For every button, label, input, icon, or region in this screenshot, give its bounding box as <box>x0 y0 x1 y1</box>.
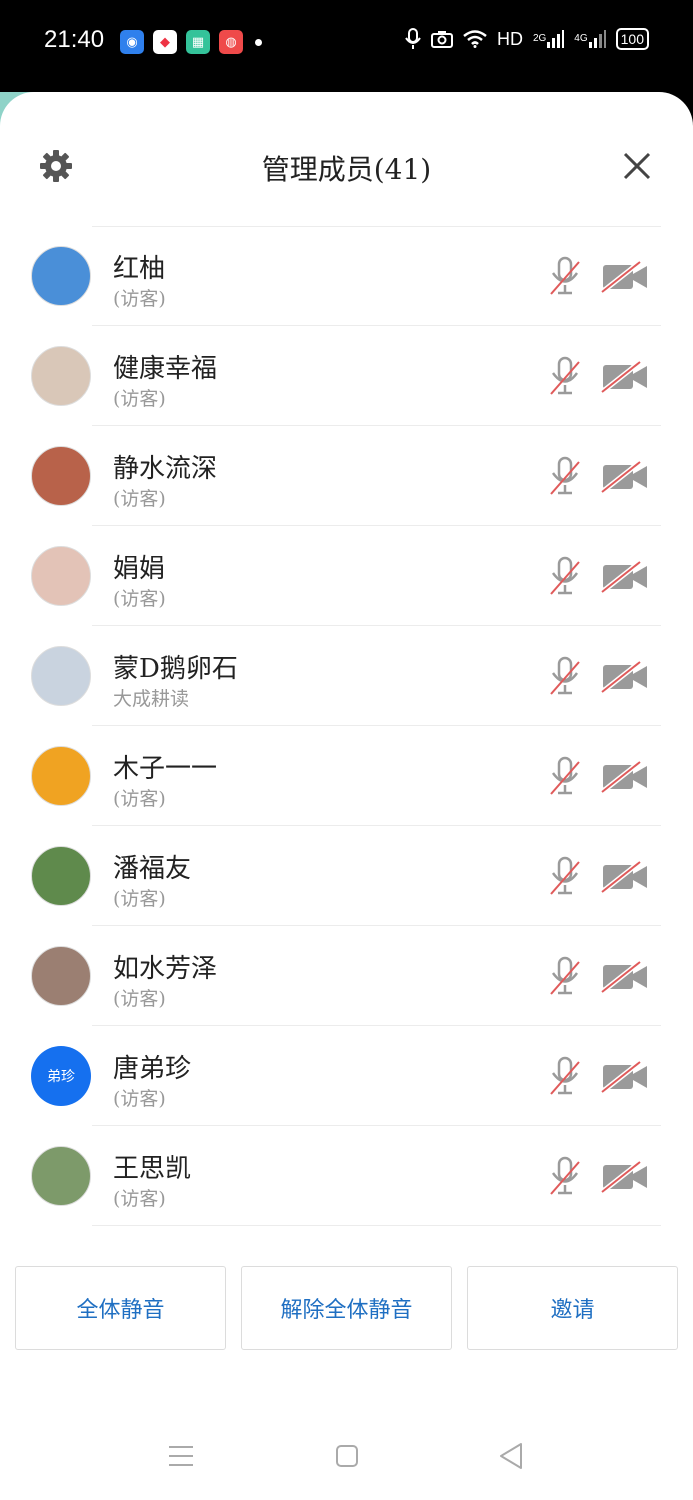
camera-status-icon <box>430 30 453 48</box>
system-nav-bar <box>0 1422 693 1492</box>
member-name: 王思凯 <box>113 1154 192 1184</box>
avatar <box>31 446 91 506</box>
avatar-initials: 弟珍 <box>47 1069 75 1085</box>
member-row[interactable]: 如水芳泽 (访客) <box>0 926 693 1026</box>
member-role: (访客) <box>113 1188 166 1210</box>
camera-off-icon[interactable] <box>600 660 650 694</box>
camera-off-icon[interactable] <box>600 860 650 894</box>
invite-button[interactable]: 邀请 <box>467 1266 678 1350</box>
mic-muted-icon[interactable] <box>548 1056 582 1098</box>
member-role: (访客) <box>113 388 166 410</box>
avatar <box>31 646 91 706</box>
member-row[interactable]: 木子一一 (访客) <box>0 726 693 826</box>
hd-indicator: HD <box>496 28 523 49</box>
app-notification-icon: ◍ <box>219 30 243 54</box>
member-role: (访客) <box>113 1088 166 1110</box>
battery-icon: 100 <box>615 28 649 50</box>
mic-muted-icon[interactable] <box>548 456 582 498</box>
member-row[interactable]: 健康幸福 (访客) <box>0 326 693 426</box>
member-row[interactable]: 王思凯 (访客) <box>0 1126 693 1226</box>
close-icon[interactable] <box>621 150 653 182</box>
avatar <box>31 1146 91 1206</box>
mic-muted-icon[interactable] <box>548 556 582 598</box>
bulk-actions: 全体静音 解除全体静音 邀请 <box>15 1266 678 1350</box>
mic-muted-icon[interactable] <box>548 1156 582 1198</box>
member-row[interactable]: 静水流深 (访客) <box>0 426 693 526</box>
member-name: 静水流深 <box>113 454 218 484</box>
camera-off-icon[interactable] <box>600 760 650 794</box>
camera-off-icon[interactable] <box>600 260 650 294</box>
member-name: 如水芳泽 <box>113 954 218 984</box>
maps-notification-icon: ◆ <box>153 30 177 54</box>
avatar <box>31 246 91 306</box>
mute-all-button[interactable]: 全体静音 <box>15 1266 226 1350</box>
camera-off-icon[interactable] <box>600 960 650 994</box>
sheet-header: 管理成员(41) <box>0 92 693 228</box>
avatar <box>31 846 91 906</box>
page-title: 管理成员(41) <box>261 153 432 186</box>
avatar: 弟珍 <box>31 1046 91 1106</box>
member-row[interactable]: 潘福友 (访客) <box>0 826 693 926</box>
avatar <box>31 746 91 806</box>
app-notification-icon: ◉ <box>120 30 144 54</box>
member-row[interactable]: 红柚 (访客) <box>0 226 693 326</box>
avatar <box>31 546 91 606</box>
member-role: (访客) <box>113 788 166 810</box>
status-indicators: HD 2G 4G 100 <box>405 28 649 50</box>
mic-muted-icon[interactable] <box>548 856 582 898</box>
member-name: 木子一一 <box>113 754 218 784</box>
more-notifications-icon <box>255 38 262 46</box>
member-role: (访客) <box>113 288 166 310</box>
member-name: 蒙D鹅卵石 <box>113 654 238 684</box>
camera-off-icon[interactable] <box>600 460 650 494</box>
camera-off-icon[interactable] <box>600 1160 650 1194</box>
mic-status-icon <box>405 28 421 50</box>
signal-4g-icon: 4G <box>574 30 606 48</box>
camera-off-icon[interactable] <box>600 360 650 394</box>
app-notification-icon: ▦ <box>186 30 210 54</box>
mic-muted-icon[interactable] <box>548 256 582 298</box>
status-bar: 21:40 ◉ ◆ ▦ ◍ HD 2G 4G 100 <box>0 0 693 88</box>
member-name: 娟娟 <box>113 554 166 584</box>
mic-muted-icon[interactable] <box>548 956 582 998</box>
avatar <box>31 346 91 406</box>
member-name: 潘福友 <box>113 854 192 884</box>
signal-2g-icon: 2G <box>533 30 565 48</box>
unmute-all-button[interactable]: 解除全体静音 <box>241 1266 452 1350</box>
member-name: 红柚 <box>113 254 166 284</box>
row-divider <box>92 1225 661 1226</box>
member-row[interactable]: 蒙D鹅卵石大成耕读 <box>0 626 693 726</box>
status-app-icons: ◉ ◆ ▦ ◍ <box>120 30 262 54</box>
member-name: 唐弟珍 <box>113 1054 192 1084</box>
avatar <box>31 946 91 1006</box>
member-role: (访客) <box>113 988 166 1010</box>
member-row[interactable]: 弟珍 唐弟珍 (访客) <box>0 1026 693 1126</box>
wifi-icon <box>463 30 487 48</box>
mic-muted-icon[interactable] <box>548 656 582 698</box>
camera-off-icon[interactable] <box>600 560 650 594</box>
member-role: (访客) <box>113 588 166 610</box>
member-name: 健康幸福 <box>113 354 218 384</box>
recent-apps-icon[interactable] <box>168 1444 194 1468</box>
member-list: 红柚 (访客) 健康幸福 (访客) 静水流深 (访客) 娟娟 (访客) 蒙D鹅卵石大成耕读木子一… <box>0 226 693 1226</box>
member-role: 大成耕读 <box>113 688 190 710</box>
mic-muted-icon[interactable] <box>548 356 582 398</box>
member-row[interactable]: 娟娟 (访客) <box>0 526 693 626</box>
member-role: (访客) <box>113 488 166 510</box>
mic-muted-icon[interactable] <box>548 756 582 798</box>
status-time: 21:40 <box>44 26 105 53</box>
camera-off-icon[interactable] <box>600 1060 650 1094</box>
home-icon[interactable] <box>335 1444 359 1468</box>
manage-members-sheet: 管理成员(41) 红柚 (访客) 健康幸福 (访客) 静水流深 (访客) 娟娟 (访客) 蒙D鹅… <box>0 92 693 1500</box>
back-icon[interactable] <box>498 1442 524 1470</box>
member-role: (访客) <box>113 888 166 910</box>
